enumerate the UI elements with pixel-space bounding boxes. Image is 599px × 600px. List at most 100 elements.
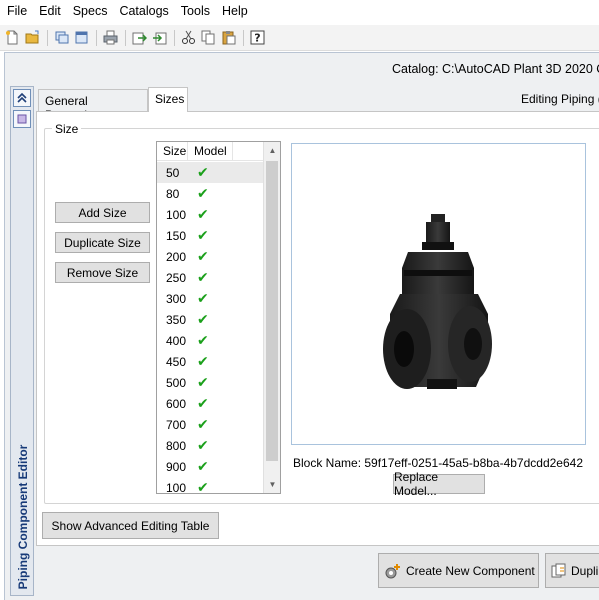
side-panel-label: Piping Component Editor bbox=[16, 444, 30, 590]
model-check-icon: ✔ bbox=[197, 248, 209, 264]
menu-help[interactable]: Help bbox=[222, 4, 248, 18]
toolbar: ? bbox=[0, 25, 599, 51]
model-check-icon: ✔ bbox=[197, 458, 209, 474]
block-name-label: Block Name: 59f17eff-0251-45a5-b8ba-4b7d… bbox=[293, 456, 583, 470]
size-list-row[interactable]: 50 ✔ bbox=[157, 162, 264, 183]
model-check-icon: ✔ bbox=[197, 437, 209, 453]
menu-specs[interactable]: Specs bbox=[73, 4, 108, 18]
model-check-icon: ✔ bbox=[197, 269, 209, 285]
size-value: 100 bbox=[166, 480, 187, 494]
create-new-component-button[interactable]: Create New Component bbox=[378, 553, 539, 588]
menu-bar: File Edit Specs Catalogs Tools Help bbox=[0, 0, 599, 22]
size-list-body: 50 ✔ 80 ✔ 100 ✔ 150 ✔ 200 ✔ 250 ✔ 300 ✔ 350 ✔ 400 ✔ 450 ✔ 50… bbox=[157, 162, 264, 494]
duplicate-component-icon bbox=[551, 563, 567, 579]
toolbar-separator bbox=[125, 29, 126, 46]
editing-label: Editing Piping ( bbox=[521, 92, 599, 106]
model-check-icon: ✔ bbox=[197, 290, 209, 306]
size-value: 150 bbox=[166, 228, 187, 243]
size-list-row[interactable]: 800 ✔ bbox=[157, 435, 264, 456]
size-group-title: Size bbox=[52, 122, 82, 136]
toolbar-separator bbox=[174, 29, 175, 46]
catalog-path: Catalog: C:\AutoCAD Plant 3D 2020 Co bbox=[392, 62, 599, 76]
size-value: 400 bbox=[166, 333, 187, 348]
size-value: 250 bbox=[166, 270, 187, 285]
size-value: 100 bbox=[166, 207, 187, 222]
size-list-row[interactable]: 450 ✔ bbox=[157, 351, 264, 372]
scroll-down-icon[interactable]: ▼ bbox=[264, 476, 280, 493]
model-check-icon: ✔ bbox=[197, 479, 209, 494]
model-check-icon: ✔ bbox=[197, 353, 209, 369]
size-value: 350 bbox=[166, 312, 187, 327]
print-icon[interactable] bbox=[101, 28, 120, 47]
new-component-icon bbox=[385, 563, 401, 579]
menu-tools[interactable]: Tools bbox=[181, 4, 210, 18]
size-list-row[interactable]: 250 ✔ bbox=[157, 267, 264, 288]
size-list-row[interactable]: 200 ✔ bbox=[157, 246, 264, 267]
menu-catalogs[interactable]: Catalogs bbox=[119, 4, 168, 18]
size-value: 500 bbox=[166, 375, 187, 390]
size-list[interactable]: Size Model 50 ✔ 80 ✔ 100 ✔ 150 ✔ 200 ✔ 250 ✔ 300 ✔ 350… bbox=[156, 141, 281, 494]
create-new-component-label: Create New Component bbox=[406, 563, 535, 578]
size-value: 80 bbox=[166, 186, 180, 201]
copy-window-icon[interactable] bbox=[52, 28, 71, 47]
cut-icon[interactable] bbox=[179, 28, 198, 47]
size-value: 600 bbox=[166, 396, 187, 411]
model-check-icon: ✔ bbox=[197, 374, 209, 390]
size-list-row[interactable]: 300 ✔ bbox=[157, 288, 264, 309]
size-list-row[interactable]: 700 ✔ bbox=[157, 414, 264, 435]
size-value: 50 bbox=[166, 165, 180, 180]
toolbar-separator bbox=[243, 29, 244, 46]
show-advanced-editing-table-button[interactable]: Show Advanced Editing Table bbox=[42, 512, 219, 539]
size-list-row[interactable]: 100 ✔ bbox=[157, 477, 264, 494]
model-check-icon: ✔ bbox=[197, 311, 209, 327]
toolbar-separator bbox=[47, 29, 48, 46]
menu-edit[interactable]: Edit bbox=[39, 4, 61, 18]
menu-file[interactable]: File bbox=[7, 4, 27, 18]
model-preview bbox=[291, 143, 586, 445]
duplicate-component-button[interactable]: Dupli bbox=[545, 553, 599, 588]
column-header-size[interactable]: Size bbox=[157, 142, 188, 161]
model-check-icon: ✔ bbox=[197, 164, 209, 180]
size-list-scrollbar[interactable]: ▲ ▼ bbox=[263, 142, 280, 493]
size-list-row[interactable]: 600 ✔ bbox=[157, 393, 264, 414]
help-icon[interactable]: ? bbox=[248, 28, 267, 47]
model-check-icon: ✔ bbox=[197, 395, 209, 411]
size-value: 700 bbox=[166, 417, 187, 432]
open-folder-icon[interactable] bbox=[23, 28, 42, 47]
size-list-row[interactable]: 100 ✔ bbox=[157, 204, 264, 225]
size-value: 450 bbox=[166, 354, 187, 369]
tab-sizes[interactable]: Sizes bbox=[148, 87, 188, 112]
size-list-row[interactable]: 150 ✔ bbox=[157, 225, 264, 246]
tab-general-properties[interactable]: General Properties bbox=[38, 89, 148, 122]
size-value: 200 bbox=[166, 249, 187, 264]
model-check-icon: ✔ bbox=[197, 227, 209, 243]
gate-valve-model-image bbox=[383, 214, 492, 389]
toolbar-separator bbox=[96, 29, 97, 46]
paste-icon[interactable] bbox=[219, 28, 238, 47]
model-check-icon: ✔ bbox=[197, 185, 209, 201]
size-list-row[interactable]: 400 ✔ bbox=[157, 330, 264, 351]
model-check-icon: ✔ bbox=[197, 332, 209, 348]
add-size-button[interactable]: Add Size bbox=[55, 202, 150, 223]
size-value: 800 bbox=[166, 438, 187, 453]
paste-window-icon[interactable] bbox=[72, 28, 91, 47]
export-icon[interactable] bbox=[130, 28, 149, 47]
scroll-thumb[interactable] bbox=[266, 161, 278, 461]
import-icon[interactable] bbox=[150, 28, 169, 47]
model-check-icon: ✔ bbox=[197, 416, 209, 432]
duplicate-component-label: Dupli bbox=[571, 563, 599, 578]
scroll-up-icon[interactable]: ▲ bbox=[264, 142, 280, 159]
size-list-row[interactable]: 500 ✔ bbox=[157, 372, 264, 393]
remove-size-button[interactable]: Remove Size bbox=[55, 262, 150, 283]
column-header-model[interactable]: Model bbox=[188, 142, 233, 161]
replace-model-button[interactable]: Replace Model... bbox=[393, 470, 485, 498]
copy-icon[interactable] bbox=[199, 28, 218, 47]
side-panel: Piping Component Editor bbox=[10, 86, 34, 596]
size-list-header: Size Model bbox=[157, 142, 264, 161]
size-list-row[interactable]: 350 ✔ bbox=[157, 309, 264, 330]
size-list-row[interactable]: 80 ✔ bbox=[157, 183, 264, 204]
duplicate-size-button[interactable]: Duplicate Size bbox=[55, 232, 150, 253]
size-list-row[interactable]: 900 ✔ bbox=[157, 456, 264, 477]
new-doc-icon[interactable] bbox=[3, 28, 22, 47]
model-check-icon: ✔ bbox=[197, 206, 209, 222]
